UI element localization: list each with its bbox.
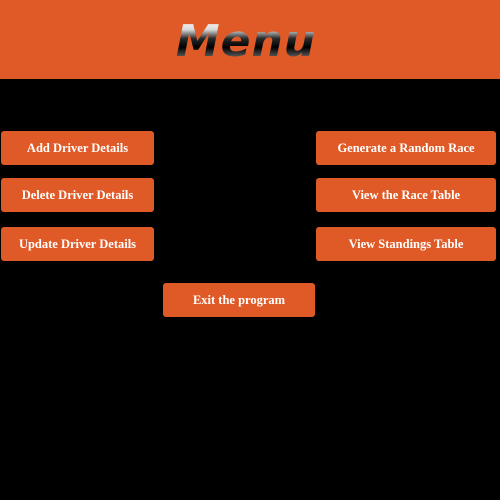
- view-race-table-button[interactable]: View the Race Table: [316, 178, 496, 212]
- exit-program-button[interactable]: Exit the program: [163, 283, 315, 317]
- delete-driver-details-button[interactable]: Delete Driver Details: [1, 178, 154, 212]
- add-driver-details-button[interactable]: Add Driver Details: [1, 131, 154, 165]
- update-driver-details-button[interactable]: Update Driver Details: [1, 227, 154, 261]
- view-standings-table-button[interactable]: View Standings Table: [316, 227, 496, 261]
- header-bar: Menu: [0, 0, 500, 79]
- generate-random-race-button[interactable]: Generate a Random Race: [316, 131, 496, 165]
- menu-window: Menu Add Driver Details Delete Driver De…: [0, 0, 500, 500]
- page-title: Menu: [175, 15, 317, 67]
